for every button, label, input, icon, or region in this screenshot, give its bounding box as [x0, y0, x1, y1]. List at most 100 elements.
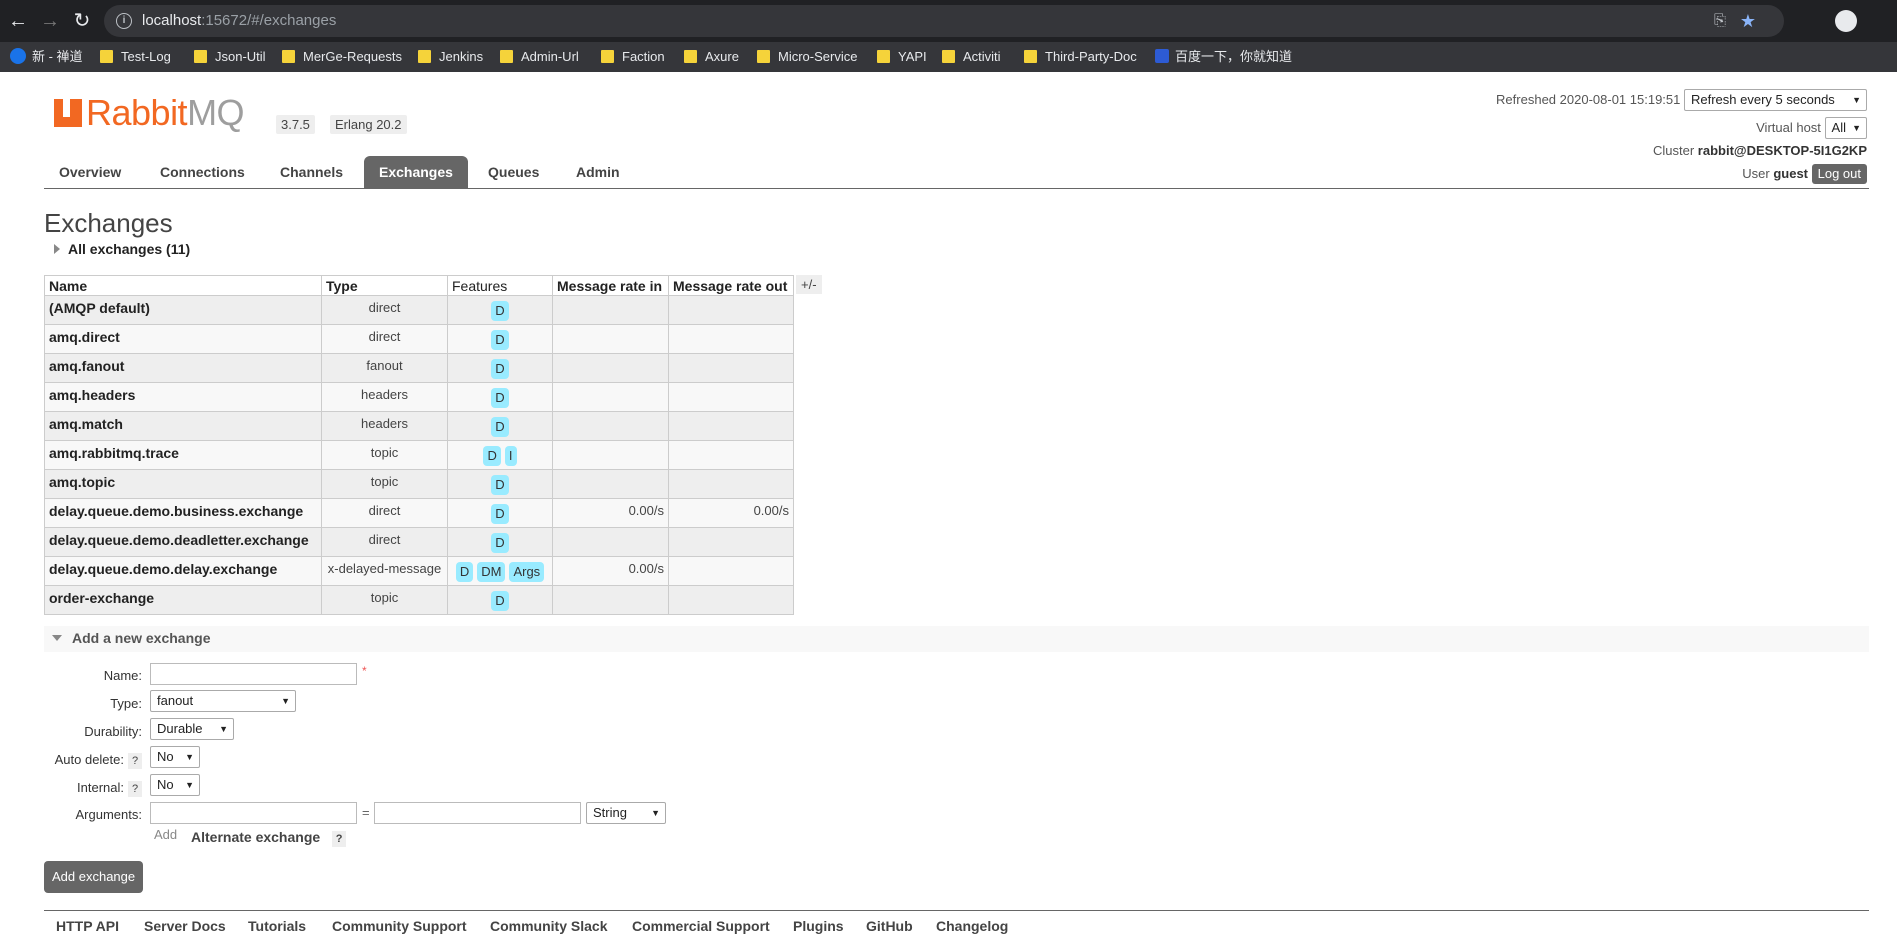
add-exchange-section-header[interactable]: Add a new exchange: [44, 626, 1869, 652]
feature-tag[interactable]: D: [455, 562, 474, 582]
required-mark: *: [362, 664, 367, 678]
footer-link[interactable]: HTTP API: [56, 918, 119, 934]
feature-tag[interactable]: D: [491, 475, 509, 495]
exchange-name-link[interactable]: amq.fanout: [44, 353, 322, 383]
exchange-name-link[interactable]: delay.queue.demo.deadletter.exchange: [44, 527, 322, 557]
feature-tag[interactable]: D: [491, 504, 509, 524]
bookmark-item[interactable]: Jenkins: [418, 42, 483, 72]
exchange-features-cell: D: [447, 382, 553, 412]
col-header-name[interactable]: Name: [44, 275, 322, 296]
feature-tag[interactable]: D: [491, 591, 509, 611]
exchange-name-link[interactable]: amq.direct: [44, 324, 322, 354]
exchange-name-link[interactable]: (AMQP default): [44, 295, 322, 325]
feature-tag[interactable]: D: [491, 301, 509, 321]
exchange-name-link[interactable]: amq.rabbitmq.trace: [44, 440, 322, 470]
feature-tag[interactable]: D: [491, 533, 509, 553]
reload-icon[interactable]: ↻: [70, 9, 94, 33]
feature-tag[interactable]: I: [504, 446, 517, 466]
alternate-exchange-link[interactable]: Alternate exchange?: [191, 829, 347, 847]
address-bar[interactable]: i localhost:15672/#/exchanges ⎘ ★: [104, 5, 1784, 37]
tab-admin[interactable]: Admin: [561, 156, 635, 188]
feature-tag[interactable]: DM: [477, 562, 506, 582]
internal-select[interactable]: No: [150, 774, 200, 796]
tab-queues[interactable]: Queues: [473, 156, 554, 188]
translate-icon[interactable]: ⎘: [1714, 12, 1726, 30]
bookmark-item[interactable]: 新 - 禅道: [10, 42, 83, 72]
bookmark-item[interactable]: Admin-Url: [500, 42, 579, 72]
footer-link[interactable]: Changelog: [936, 918, 1008, 934]
exchange-name-link[interactable]: delay.queue.demo.delay.exchange: [44, 556, 322, 586]
forward-arrow-icon[interactable]: →: [38, 9, 62, 33]
footer-link[interactable]: Plugins: [793, 918, 844, 934]
argument-key-input[interactable]: [150, 802, 357, 824]
footer-link[interactable]: Commercial Support: [632, 918, 770, 934]
all-exchanges-toggle[interactable]: All exchanges (11): [54, 241, 190, 257]
rate-in-cell: [552, 440, 669, 470]
browser-toolbar: ← → ↻ i localhost:15672/#/exchanges ⎘ ★: [0, 0, 1897, 42]
bookmark-item[interactable]: Test-Log: [100, 42, 171, 72]
exchange-name-link[interactable]: amq.headers: [44, 382, 322, 412]
add-exchange-button[interactable]: Add exchange: [44, 861, 144, 893]
table-row: delay.queue.demo.business.exchange direct…: [44, 498, 794, 528]
feature-tag[interactable]: D: [491, 388, 509, 408]
footer-link[interactable]: Tutorials: [248, 918, 306, 934]
exchange-name-link[interactable]: amq.match: [44, 411, 322, 441]
bookmark-item[interactable]: 百度一下，你就知道: [1155, 42, 1292, 72]
internal-label-text: Internal:: [77, 780, 124, 795]
tab-overview[interactable]: Overview: [44, 156, 136, 188]
internal-help-icon[interactable]: ?: [128, 781, 142, 797]
exchange-name-link[interactable]: amq.topic: [44, 469, 322, 499]
profile-avatar-icon[interactable]: [1835, 10, 1857, 32]
rate-in-cell: [552, 324, 669, 354]
table-row: amq.rabbitmq.trace topic D I: [44, 440, 794, 470]
alternate-exchange-help-icon[interactable]: ?: [332, 831, 347, 847]
footer-link[interactable]: Community Slack: [490, 918, 607, 934]
col-header-type[interactable]: Type: [321, 275, 448, 296]
auto-delete-select[interactable]: No: [150, 746, 200, 768]
tab-channels[interactable]: Channels: [265, 156, 358, 188]
col-header-rate-out[interactable]: Message rate out: [668, 275, 794, 296]
bookmark-item[interactable]: Faction: [601, 42, 665, 72]
tab-connections[interactable]: Connections: [145, 156, 260, 188]
bookmark-item[interactable]: Third-Party-Doc: [1024, 42, 1137, 72]
durability-select[interactable]: Durable: [150, 718, 234, 740]
exchange-type-select[interactable]: fanout: [150, 690, 296, 712]
bookmark-item[interactable]: Json-Util: [194, 42, 266, 72]
col-header-rate-in[interactable]: Message rate in: [552, 275, 669, 296]
bookmark-item[interactable]: Micro-Service: [757, 42, 857, 72]
add-argument-link[interactable]: Add: [154, 827, 177, 842]
feature-tag[interactable]: Args: [509, 562, 545, 582]
bookmark-item[interactable]: MerGe-Requests: [282, 42, 402, 72]
url-text[interactable]: localhost:15672/#/exchanges: [142, 5, 336, 37]
footer-link[interactable]: GitHub: [866, 918, 913, 934]
col-header-features: Features: [447, 275, 553, 296]
auto-delete-label: Auto delete:?: [55, 752, 142, 769]
footer-link[interactable]: Server Docs: [144, 918, 226, 934]
tab-exchanges[interactable]: Exchanges: [364, 156, 468, 188]
table-row: (AMQP default) direct D: [44, 295, 794, 325]
auto-delete-label-text: Auto delete:: [54, 752, 124, 767]
feature-tag[interactable]: D: [491, 359, 509, 379]
exchange-type-cell: x-delayed-message: [321, 556, 448, 586]
footer-link[interactable]: Community Support: [332, 918, 467, 934]
exchange-name-link[interactable]: delay.queue.demo.business.exchange: [44, 498, 322, 528]
version-badge: 3.7.5: [276, 115, 315, 134]
exchange-name-link[interactable]: order-exchange: [44, 585, 322, 615]
feature-tag[interactable]: D: [491, 330, 509, 350]
vhost-select[interactable]: All: [1824, 117, 1867, 139]
bookmark-item[interactable]: Activiti: [942, 42, 1001, 72]
add-exchange-toggle[interactable]: Add a new exchange: [52, 630, 210, 646]
bookmark-star-icon[interactable]: ★: [1740, 12, 1756, 30]
feature-tag[interactable]: D: [483, 446, 501, 466]
back-arrow-icon[interactable]: ←: [6, 9, 30, 33]
feature-tag[interactable]: D: [491, 417, 509, 437]
bookmark-item[interactable]: YAPI: [877, 42, 927, 72]
exchange-name-input[interactable]: [150, 663, 357, 685]
bookmark-item[interactable]: Axure: [684, 42, 739, 72]
auto-delete-help-icon[interactable]: ?: [128, 753, 142, 769]
refresh-interval-select[interactable]: Refresh every 5 seconds: [1684, 89, 1867, 111]
column-toggle-button[interactable]: +/-: [796, 275, 822, 294]
argument-value-input[interactable]: [374, 802, 581, 824]
site-info-icon[interactable]: i: [116, 13, 132, 29]
argument-type-select[interactable]: String: [586, 802, 666, 824]
